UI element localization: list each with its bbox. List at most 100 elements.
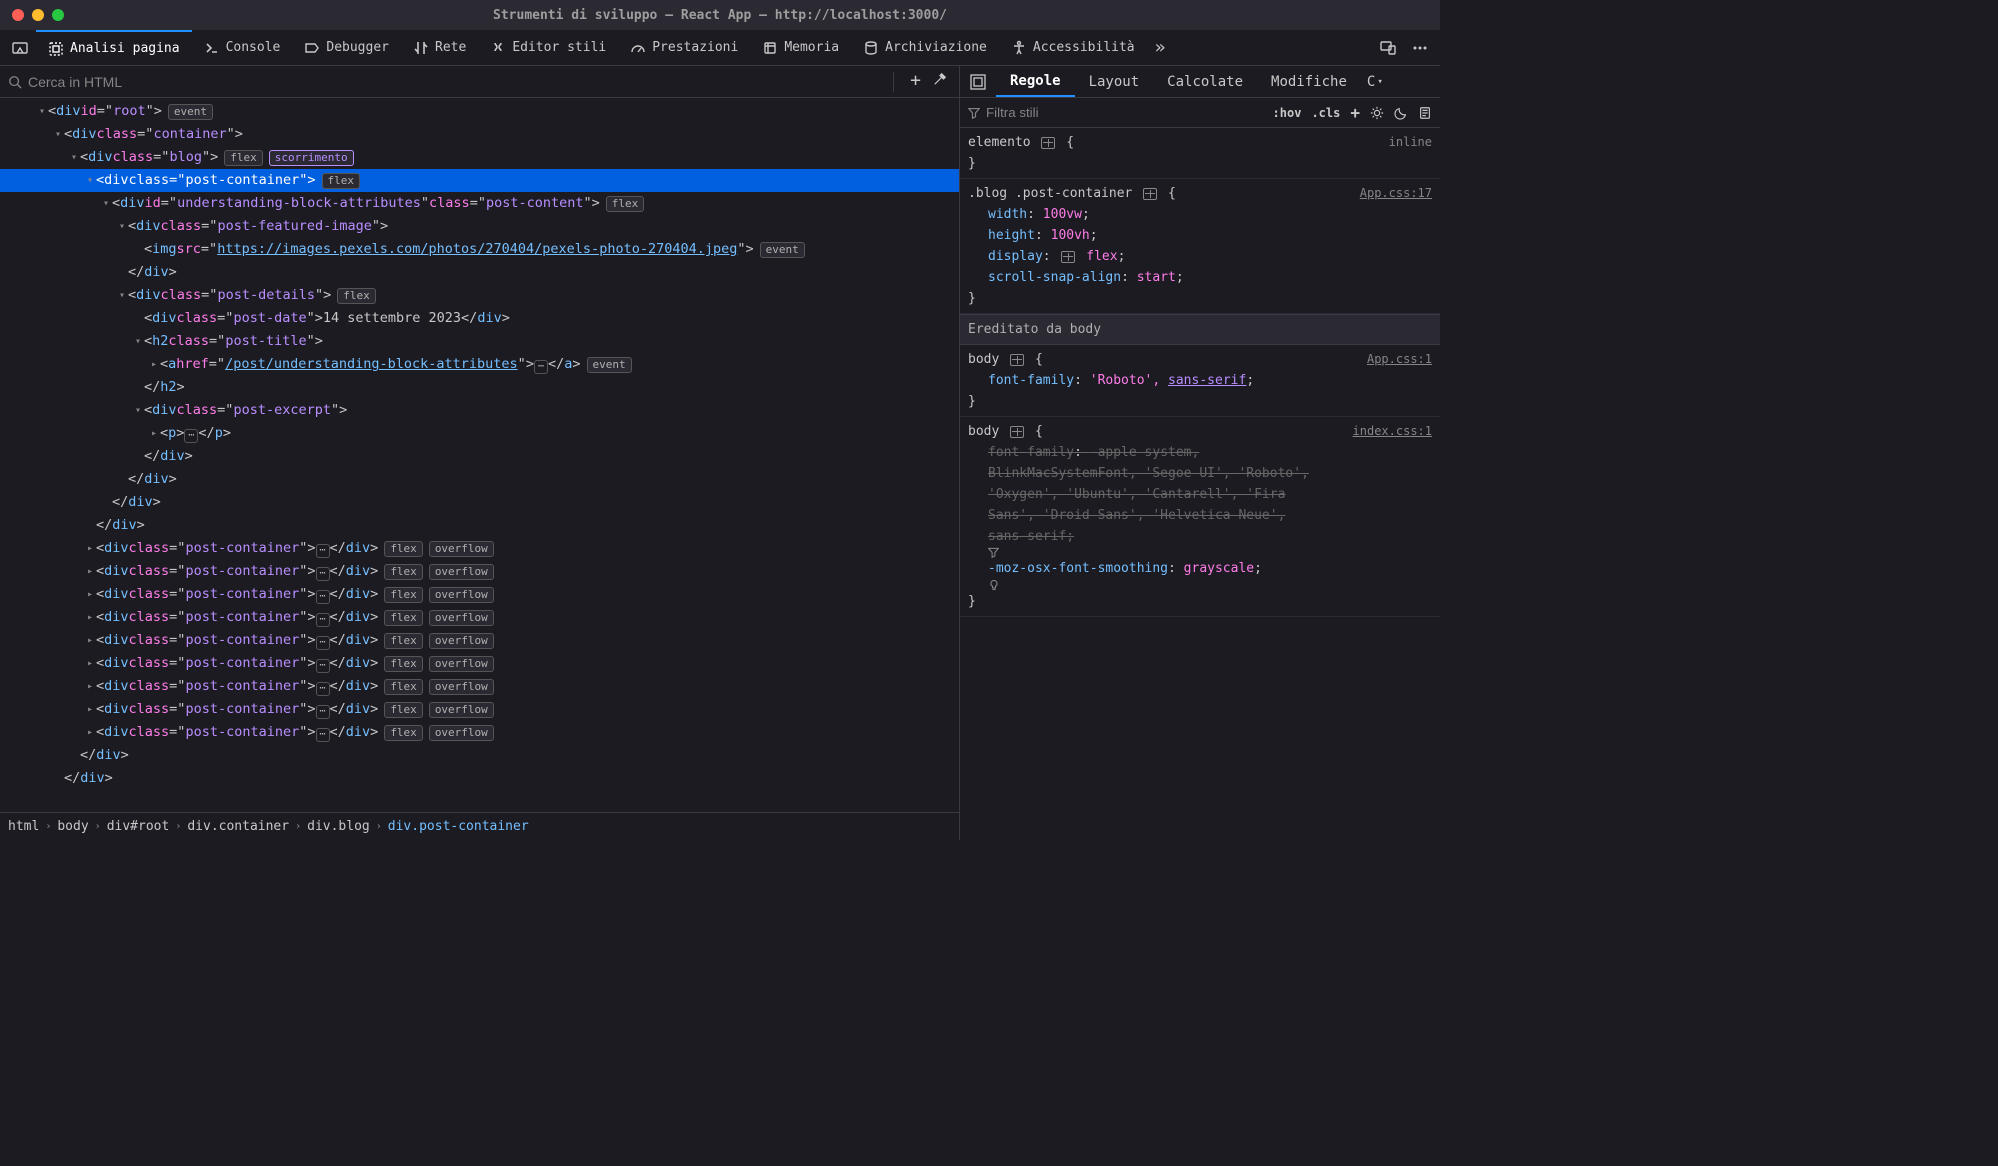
dom-node[interactable]: ▾<div id="root">event <box>0 100 959 123</box>
dom-node[interactable]: ▸<div class="post-container">⋯</div>flex… <box>0 652 959 675</box>
badge-flex[interactable]: flex <box>384 587 423 603</box>
filter-icon[interactable] <box>988 547 1432 558</box>
css-rule[interactable]: body {App.css:1font-family: 'Roboto', sa… <box>960 345 1440 417</box>
flexbox-icon[interactable] <box>1061 251 1075 263</box>
declaration[interactable]: sans-serif; <box>968 526 1432 558</box>
ellipsis-icon[interactable]: ⋯ <box>316 613 330 627</box>
source-link[interactable]: App.css:17 <box>1360 183 1432 204</box>
tab-styles[interactable]: Editor stili <box>478 30 618 65</box>
breadcrumb-item[interactable]: div.blog <box>307 819 370 834</box>
badge-flex[interactable]: flex <box>322 173 361 189</box>
dom-node[interactable]: </div> <box>0 744 959 767</box>
badge-flex[interactable]: flex <box>384 541 423 557</box>
styles-tabs-overflow[interactable]: C▾ <box>1361 66 1389 97</box>
ellipsis-icon[interactable]: ⋯ <box>316 567 330 581</box>
tab-perf[interactable]: Prestazioni <box>618 30 750 65</box>
dom-node[interactable]: ▸<div class="post-container">⋯</div>flex… <box>0 606 959 629</box>
styles-tab-layout[interactable]: Layout <box>1075 66 1154 97</box>
eyedropper-button[interactable] <box>933 72 947 92</box>
badge-overflow[interactable]: overflow <box>429 610 494 626</box>
hint-icon[interactable] <box>988 579 1432 591</box>
declaration[interactable]: 'Oxygen', 'Ubuntu', 'Cantarell', 'Fira <box>968 484 1432 505</box>
print-media-icon[interactable] <box>1418 106 1432 120</box>
styles-filter-input[interactable] <box>986 105 1273 120</box>
declaration[interactable]: scroll-snap-align: start; <box>968 267 1432 288</box>
tab-memory[interactable]: Memoria <box>750 30 851 65</box>
dom-node[interactable]: ▸<a href="/post/understanding-block-attr… <box>0 353 959 376</box>
expand-icon[interactable]: ▸ <box>84 675 96 698</box>
css-rule[interactable]: .blog .post-container {App.css:17width: … <box>960 179 1440 314</box>
selector[interactable]: body <box>968 424 999 439</box>
expand-icon[interactable]: ▸ <box>84 560 96 583</box>
dom-node[interactable]: </div> <box>0 491 959 514</box>
source-link[interactable]: App.css:1 <box>1367 349 1432 370</box>
badge-event[interactable]: event <box>760 242 805 258</box>
selector[interactable]: body <box>968 352 999 367</box>
badge-flex[interactable]: flex <box>384 610 423 626</box>
badge-overflow[interactable]: overflow <box>429 564 494 580</box>
add-node-button[interactable]: + <box>910 72 921 92</box>
tab-inspector[interactable]: Analisi pagina <box>36 30 192 65</box>
dom-node[interactable]: ▸<div class="post-container">⋯</div>flex… <box>0 675 959 698</box>
dom-node[interactable]: </div> <box>0 514 959 537</box>
badge-overflow[interactable]: overflow <box>429 541 494 557</box>
tab-storage[interactable]: Archiviazione <box>851 30 999 65</box>
badge-flex[interactable]: flex <box>384 702 423 718</box>
ellipsis-icon[interactable]: ⋯ <box>316 636 330 650</box>
styles-tab-calcolate[interactable]: Calcolate <box>1153 66 1257 97</box>
dom-node[interactable]: ▾<div class="post-excerpt"> <box>0 399 959 422</box>
styles-tab-modifiche[interactable]: Modifiche <box>1257 66 1361 97</box>
dark-scheme-icon[interactable] <box>1394 106 1408 120</box>
expand-icon[interactable]: ▸ <box>84 583 96 606</box>
expand-icon[interactable]: ▾ <box>36 100 48 123</box>
expand-icon[interactable]: ▾ <box>52 123 64 146</box>
dom-node[interactable]: </h2> <box>0 376 959 399</box>
dom-node[interactable]: ▸<div class="post-container">⋯</div>flex… <box>0 629 959 652</box>
computed-layout-icon[interactable] <box>960 66 996 97</box>
dom-node[interactable]: ▸<div class="post-container">⋯</div>flex… <box>0 698 959 721</box>
badge-flex[interactable]: flex <box>384 564 423 580</box>
tab-console[interactable]: Console <box>192 30 293 65</box>
dom-node[interactable]: <div class="post-date">14 settembre 2023… <box>0 307 959 330</box>
iframe-picker-button[interactable] <box>4 30 36 65</box>
grid-highlight-icon[interactable] <box>1143 188 1157 200</box>
grid-highlight-icon[interactable] <box>1010 354 1024 366</box>
badge-overflow[interactable]: overflow <box>429 656 494 672</box>
declaration[interactable]: font-family: 'Roboto', sans-serif; <box>968 370 1432 391</box>
expand-icon[interactable]: ▸ <box>84 698 96 721</box>
tab-network[interactable]: Rete <box>401 30 478 65</box>
expand-icon[interactable]: ▾ <box>84 169 96 192</box>
hov-toggle-button[interactable]: :hov <box>1273 106 1302 120</box>
breadcrumb-item[interactable]: html <box>8 819 39 834</box>
expand-icon[interactable]: ▸ <box>84 629 96 652</box>
badge-flex[interactable]: flex <box>224 150 263 166</box>
declaration[interactable]: BlinkMacSystemFont, 'Segoe UI', 'Roboto'… <box>968 463 1432 484</box>
close-window-button[interactable] <box>12 9 24 21</box>
expand-icon[interactable]: ▾ <box>132 330 144 353</box>
dom-node[interactable]: ▾<div class="post-container">flex <box>0 169 959 192</box>
badge-flex[interactable]: flex <box>384 725 423 741</box>
tab-debugger[interactable]: Debugger <box>292 30 401 65</box>
expand-icon[interactable]: ▸ <box>148 422 160 445</box>
ellipsis-icon[interactable]: ⋯ <box>534 360 548 374</box>
dom-node[interactable]: ▸<div class="post-container">⋯</div>flex… <box>0 560 959 583</box>
ellipsis-icon[interactable]: ⋯ <box>316 682 330 696</box>
badge-overflow[interactable]: overflow <box>429 702 494 718</box>
tabs-overflow-button[interactable]: » <box>1147 30 1174 65</box>
dom-search-input[interactable] <box>28 74 889 90</box>
styles-tab-regole[interactable]: Regole <box>996 66 1075 97</box>
expand-icon[interactable]: ▸ <box>84 652 96 675</box>
css-rule[interactable]: elemento {inline} <box>960 128 1440 179</box>
styles-rules[interactable]: elemento {inline}.blog .post-container {… <box>960 128 1440 840</box>
dom-node[interactable]: </div> <box>0 261 959 284</box>
selector[interactable]: .blog .post-container <box>968 186 1132 201</box>
source-link[interactable]: inline <box>1389 132 1432 153</box>
ellipsis-icon[interactable]: ⋯ <box>316 705 330 719</box>
grid-highlight-icon[interactable] <box>1010 426 1024 438</box>
dom-node[interactable]: </div> <box>0 767 959 790</box>
href-link[interactable]: /post/understanding-block-attributes <box>225 353 518 376</box>
badge-overflow[interactable]: overflow <box>429 587 494 603</box>
badge-flex[interactable]: flex <box>337 288 376 304</box>
breadcrumb-item[interactable]: body <box>57 819 88 834</box>
dom-node[interactable]: ▾<div class="container"> <box>0 123 959 146</box>
